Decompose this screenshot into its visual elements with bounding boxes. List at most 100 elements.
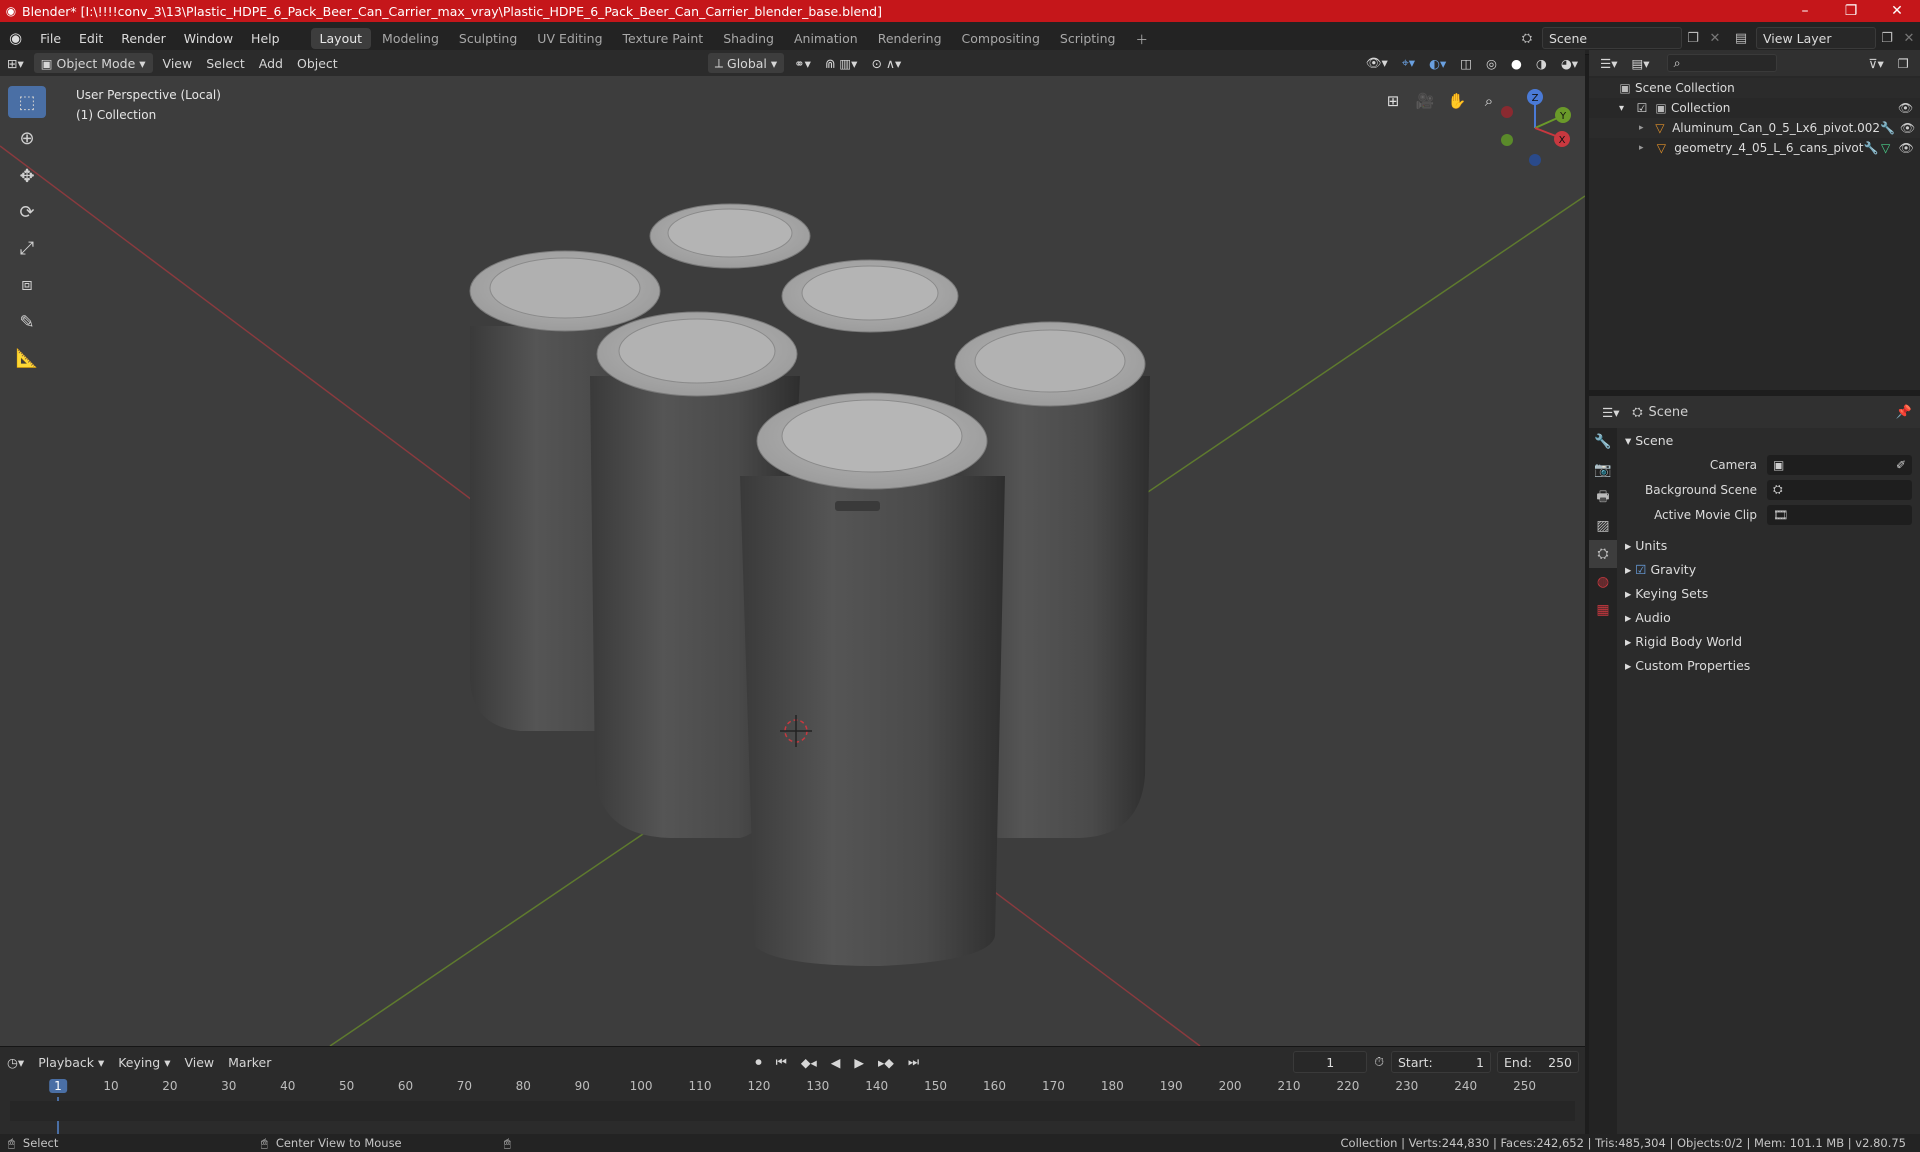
eye-icon[interactable]: 👁 <box>1899 141 1920 155</box>
start-frame-field[interactable]: Start: 1 <box>1391 1051 1491 1073</box>
tab-rendering[interactable]: Rendering <box>869 28 951 49</box>
outliner-editor-icon[interactable]: ☰▾ <box>1593 53 1624 73</box>
menu-file[interactable]: File <box>31 31 70 46</box>
3d-viewport[interactable]: User Perspective (Local) (1) Collection … <box>0 76 1585 1046</box>
view-layer-browse-icon[interactable]: ▤ <box>1726 31 1756 46</box>
tab-compositing[interactable]: Compositing <box>953 28 1049 49</box>
next-keyframe-icon[interactable]: ▸◆ <box>871 1052 901 1072</box>
wireframe-shading-icon[interactable]: ◎ <box>1479 53 1504 73</box>
new-view-layer-icon[interactable]: ❐ <box>1876 31 1898 46</box>
gravity-panel[interactable]: ▸ ☑ Gravity <box>1619 557 1920 581</box>
menu-marker[interactable]: Marker <box>221 1052 278 1072</box>
background-scene-field[interactable]: ⛭ <box>1767 479 1912 500</box>
menu-keying[interactable]: Keying ▾ <box>111 1052 177 1072</box>
texture-tab-icon[interactable]: ▦ <box>1589 596 1617 624</box>
grid-view-icon[interactable]: ⊞ <box>1380 88 1406 114</box>
tree-row-scene-collection[interactable]: ▣ Scene Collection <box>1589 78 1920 98</box>
jump-start-icon[interactable]: ⏮ <box>769 1052 794 1072</box>
tab-sculpting[interactable]: Sculpting <box>450 28 526 49</box>
menu-select[interactable]: Select <box>199 53 252 73</box>
expand-arrow-icon[interactable]: ▸ <box>1639 123 1652 133</box>
timeline-editor-icon[interactable]: ◷▾ <box>0 1052 31 1072</box>
camera-view-icon[interactable]: 🎥 <box>1412 88 1438 114</box>
tool-tab-icon[interactable]: 🔧 <box>1589 428 1617 456</box>
pivot-icon[interactable]: ⚭▾ <box>787 53 818 73</box>
outliner-search-input[interactable]: ⌕ <box>1666 54 1777 72</box>
maximize-button[interactable]: ❐ <box>1828 3 1874 19</box>
menu-object[interactable]: Object <box>290 53 345 73</box>
menu-timeline-view[interactable]: View <box>177 1052 221 1072</box>
rigid-body-world-panel[interactable]: ▸ Rigid Body World <box>1619 629 1920 653</box>
transform-icon[interactable]: ⧈ <box>8 268 46 300</box>
menu-add[interactable]: Add <box>252 53 290 73</box>
menu-edit[interactable]: Edit <box>70 31 112 46</box>
play-reverse-icon[interactable]: ◀ <box>824 1052 848 1072</box>
menu-render[interactable]: Render <box>112 31 175 46</box>
delete-scene-icon[interactable]: ✕ <box>1704 31 1726 46</box>
select-box-icon[interactable]: ⬚ <box>8 86 46 118</box>
blender-menu-icon[interactable]: ◉ <box>0 29 31 47</box>
close-button[interactable]: ✕ <box>1874 3 1920 19</box>
current-frame-field[interactable]: 1 <box>1293 1051 1368 1073</box>
object-mode-dropdown[interactable]: ▣ Object Mode ▾ <box>33 53 153 73</box>
view-layer-tab-icon[interactable]: ▨ <box>1589 512 1617 540</box>
move-icon[interactable]: ✥ <box>8 160 46 192</box>
tab-shading[interactable]: Shading <box>714 28 783 49</box>
view-layer-selector[interactable]: View Layer <box>1756 27 1876 49</box>
tree-row-collection[interactable]: ▾ ☑ ▣ Collection 👁 <box>1589 98 1920 118</box>
tab-animation[interactable]: Animation <box>785 28 867 49</box>
tab-texture-paint[interactable]: Texture Paint <box>614 28 713 49</box>
modifier-icon[interactable]: 🔧 <box>1863 141 1881 155</box>
filter-icon[interactable]: ⊽▾ <box>1861 53 1890 73</box>
output-tab-icon[interactable]: 🖶 <box>1589 484 1617 512</box>
add-workspace-icon[interactable]: ＋ <box>1127 26 1158 51</box>
gizmo-icon[interactable]: ⌖▾ <box>1395 53 1422 73</box>
preview-range-icon[interactable]: ⏱ <box>1367 1052 1391 1072</box>
eye-icon[interactable]: 👁 <box>1900 121 1920 135</box>
camera-field[interactable]: ▣ ✐ <box>1767 454 1912 475</box>
tab-uv-editing[interactable]: UV Editing <box>528 28 611 49</box>
modifier-icon[interactable]: 🔧 <box>1880 121 1900 135</box>
play-icon[interactable]: ▶ <box>847 1052 871 1072</box>
pin-icon[interactable]: 📌 <box>1894 405 1914 420</box>
tab-modeling[interactable]: Modeling <box>373 28 448 49</box>
delete-view-layer-icon[interactable]: ✕ <box>1898 31 1920 46</box>
menu-window[interactable]: Window <box>175 31 242 46</box>
expand-arrow-icon[interactable]: ▸ <box>1639 143 1653 153</box>
cursor-icon[interactable]: ⊕ <box>8 122 46 154</box>
navigation-gizmo[interactable]: Z Y X <box>1495 88 1575 168</box>
editor-type-icon[interactable]: ⊞▾ <box>0 53 31 73</box>
solid-shading-icon[interactable]: ● <box>1504 53 1529 73</box>
new-collection-icon[interactable]: ❐ <box>1891 53 1916 73</box>
rendered-shading-icon[interactable]: ◕▾ <box>1554 53 1585 73</box>
tree-row-object[interactable]: ▸ ▽ Aluminum_Can_0_5_Lx6_pivot.002 🔧 👁 <box>1589 118 1920 138</box>
eyedropper-icon[interactable]: ✐ <box>1896 458 1912 472</box>
render-tab-icon[interactable]: 📷 <box>1589 456 1617 484</box>
eye-icon[interactable]: 👁 <box>1898 101 1920 115</box>
end-frame-field[interactable]: End: 250 <box>1497 1051 1579 1073</box>
custom-properties-panel[interactable]: ▸ Custom Properties <box>1619 653 1920 677</box>
scale-icon[interactable]: ⤢ <box>8 232 46 264</box>
material-shading-icon[interactable]: ◑ <box>1529 53 1554 73</box>
xray-icon[interactable]: ◫ <box>1453 53 1479 73</box>
scene-selector[interactable]: Scene <box>1542 27 1682 49</box>
frame-ruler[interactable]: 1 10 20 30 40 50 60 70 80 90 100 110 120 130 140 150 160… <box>0 1077 1585 1137</box>
checkbox-icon[interactable]: ☑ <box>1633 101 1651 115</box>
expand-arrow-icon[interactable]: ▾ <box>1619 103 1633 114</box>
transform-orientation-dropdown[interactable]: ⟂ Global ▾ <box>707 53 785 73</box>
prev-keyframe-icon[interactable]: ◆◂ <box>794 1052 824 1072</box>
world-tab-icon[interactable]: ◍ <box>1589 568 1617 596</box>
properties-editor-icon[interactable]: ☰▾ <box>1595 402 1626 422</box>
measure-icon[interactable]: 📐 <box>8 342 46 374</box>
movie-clip-field[interactable]: 🎞 <box>1767 504 1912 525</box>
new-scene-icon[interactable]: ❐ <box>1682 31 1704 46</box>
annotate-icon[interactable]: ✎ <box>8 306 46 338</box>
timeline-track[interactable] <box>10 1101 1575 1121</box>
scene-section-header[interactable]: ▾ Scene <box>1619 428 1920 452</box>
snap-icon[interactable]: ⋒ ▥▾ <box>818 53 865 73</box>
rotate-icon[interactable]: ⟳ <box>8 196 46 228</box>
display-mode-icon[interactable]: ▤▾ <box>1624 53 1656 73</box>
keying-sets-panel[interactable]: ▸ Keying Sets <box>1619 581 1920 605</box>
pan-hand-icon[interactable]: ✋ <box>1444 88 1470 114</box>
mesh-data-icon[interactable]: ▽ <box>1881 141 1899 155</box>
